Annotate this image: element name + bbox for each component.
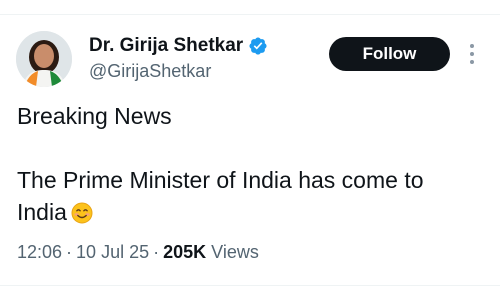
verified-badge-icon (248, 36, 268, 56)
author-display-name[interactable]: Dr. Girija Shetkar (89, 34, 243, 58)
follow-button[interactable]: Follow (329, 37, 450, 71)
avatar-image (16, 31, 72, 87)
smiling-face-icon (71, 200, 93, 224)
author-handle[interactable]: @GirijaShetkar (89, 60, 211, 82)
more-options-icon[interactable] (462, 40, 482, 68)
bottom-divider (0, 285, 500, 286)
views-count: 205K (163, 242, 207, 262)
tweet-metadata: 12:06 · 10 Jul 25 · 205K Views (17, 240, 259, 264)
tweet-date[interactable]: 10 Jul 25 (76, 242, 149, 262)
views-label: Views (211, 242, 259, 262)
meta-separator: · (66, 242, 73, 262)
tweet-time[interactable]: 12:06 (17, 242, 62, 262)
top-divider (0, 14, 500, 15)
tweet-line-headline: Breaking News (17, 103, 172, 129)
meta-separator: · (153, 242, 160, 262)
avatar[interactable] (16, 31, 72, 87)
tweet-text: Breaking News The Prime Minister of Indi… (17, 100, 487, 228)
author-display-name-row[interactable]: Dr. Girija Shetkar (89, 34, 268, 58)
tweet-line-body-end-text: India (17, 199, 67, 225)
tweet-line-body: The Prime Minister of India has come to (17, 167, 424, 193)
tweet-line-body-end: India (17, 196, 487, 228)
